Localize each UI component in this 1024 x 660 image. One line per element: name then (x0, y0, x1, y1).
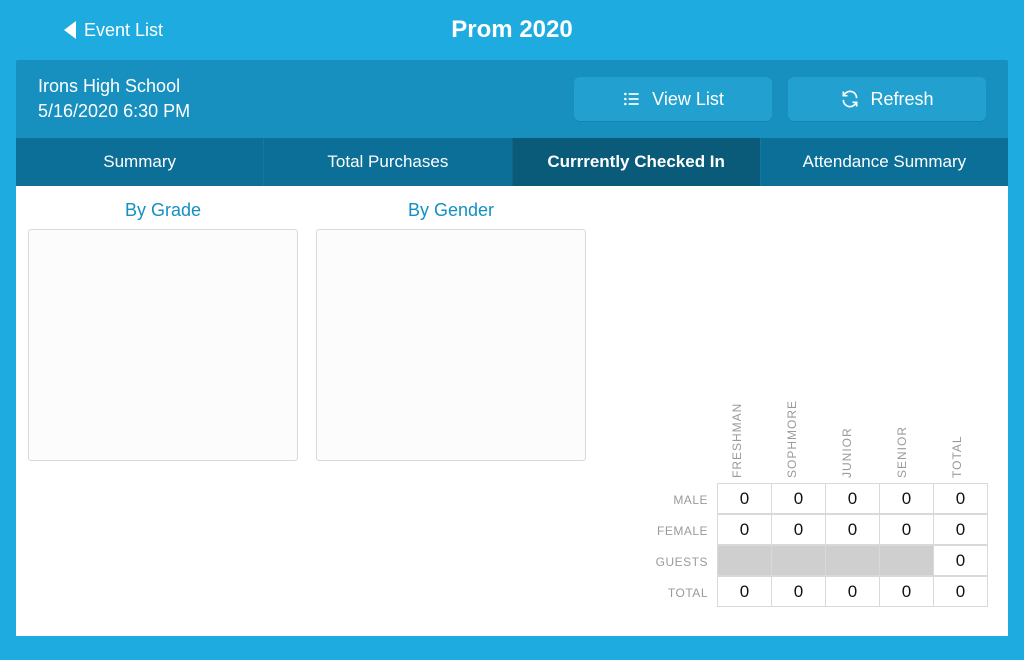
view-list-button[interactable]: View List (574, 77, 772, 121)
view-list-label: View List (652, 89, 724, 110)
cell: 0 (879, 576, 934, 607)
col-head-total: TOTAL (928, 394, 983, 484)
chart-by-grade-box (28, 229, 298, 461)
school-name: Irons High School (38, 74, 558, 99)
tab-total-purchases[interactable]: Total Purchases (263, 138, 511, 186)
cell-disabled (825, 545, 880, 576)
sub-header: Irons High School 5/16/2020 6:30 PM View… (16, 60, 1008, 138)
tab-bar: Summary Total Purchases Currrently Check… (16, 138, 1008, 186)
table-row-guests: GUESTS 0 (628, 546, 988, 577)
cell: 0 (933, 545, 988, 576)
row-label-total: TOTAL (628, 577, 718, 608)
refresh-label: Refresh (870, 89, 933, 110)
cell: 0 (933, 483, 988, 514)
refresh-button[interactable]: Refresh (788, 77, 986, 121)
col-head-sophmore: SOPHMORE (763, 394, 818, 484)
event-datetime: 5/16/2020 6:30 PM (38, 99, 558, 124)
back-button[interactable]: Event List (64, 20, 163, 41)
chart-by-gender-title: By Gender (316, 200, 586, 221)
cell: 0 (933, 576, 988, 607)
back-label: Event List (84, 20, 163, 41)
cell-disabled (717, 545, 772, 576)
table-row-female: FEMALE 0 0 0 0 0 (628, 515, 988, 546)
cell: 0 (825, 576, 880, 607)
cell: 0 (879, 514, 934, 545)
table-row-male: MALE 0 0 0 0 0 (628, 484, 988, 515)
cell: 0 (879, 483, 934, 514)
cell: 0 (825, 483, 880, 514)
col-head-freshman: FRESHMAN (708, 394, 763, 484)
tab-summary[interactable]: Summary (16, 138, 263, 186)
chart-by-gender: By Gender (316, 200, 586, 618)
event-info: Irons High School 5/16/2020 6:30 PM (38, 74, 558, 124)
top-nav: Event List Prom 2020 (16, 0, 1008, 60)
row-label-male: MALE (628, 484, 718, 515)
refresh-icon (840, 89, 860, 109)
cell: 0 (933, 514, 988, 545)
chart-by-grade-title: By Grade (28, 200, 298, 221)
row-label-guests: GUESTS (628, 546, 718, 577)
table-header-row: FRESHMAN SOPHMORE JUNIOR SENIOR TOTAL (628, 394, 988, 484)
cell: 0 (771, 576, 826, 607)
chart-by-grade: By Grade (28, 200, 298, 618)
cell-disabled (879, 545, 934, 576)
list-icon (622, 89, 642, 109)
content-panel: Summary Total Purchases Currrently Check… (16, 138, 1008, 636)
cell: 0 (771, 514, 826, 545)
summary-table: FRESHMAN SOPHMORE JUNIOR SENIOR TOTAL MA… (628, 394, 988, 608)
summary-right-area: FRESHMAN SOPHMORE JUNIOR SENIOR TOTAL MA… (604, 200, 996, 618)
col-head-junior: JUNIOR (818, 394, 873, 484)
cell: 0 (825, 514, 880, 545)
col-head-senior: SENIOR (873, 394, 928, 484)
cell: 0 (771, 483, 826, 514)
page-title: Prom 2020 (16, 16, 1008, 44)
tab-currently-checked-in[interactable]: Currrently Checked In (512, 138, 760, 186)
cell: 0 (717, 514, 772, 545)
row-label-female: FEMALE (628, 515, 718, 546)
cell-disabled (771, 545, 826, 576)
table-row-total: TOTAL 0 0 0 0 0 (628, 577, 988, 608)
chevron-left-icon (64, 21, 76, 39)
cell: 0 (717, 483, 772, 514)
tab-attendance-summary[interactable]: Attendance Summary (760, 138, 1008, 186)
cell: 0 (717, 576, 772, 607)
chart-by-gender-box (316, 229, 586, 461)
